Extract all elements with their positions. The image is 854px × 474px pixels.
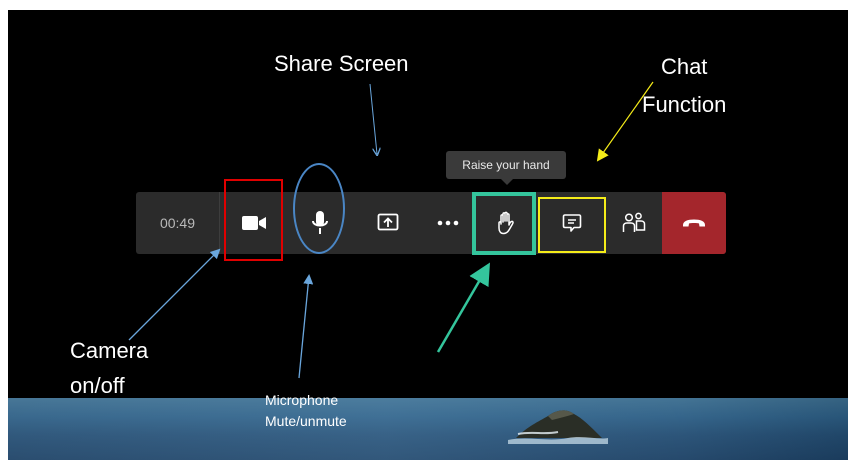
share-screen-annotation: Share Screen bbox=[274, 51, 409, 76]
ellipsis-icon bbox=[437, 220, 459, 226]
video-camera-icon bbox=[242, 216, 266, 230]
phone-hangup-icon bbox=[683, 219, 705, 227]
participants-button[interactable] bbox=[608, 192, 660, 254]
share-screen-button[interactable] bbox=[362, 192, 414, 254]
microphone-arrow bbox=[298, 274, 314, 379]
camera-button[interactable] bbox=[224, 192, 284, 254]
rock-image bbox=[508, 410, 608, 444]
microphone-annotation: Microphone Mute/unmute bbox=[265, 392, 347, 429]
camera-arrow bbox=[128, 248, 221, 341]
raise-hand-button[interactable] bbox=[476, 192, 536, 254]
raise-hand-tooltip: Raise your hand bbox=[446, 151, 566, 179]
tooltip-tail bbox=[500, 178, 514, 185]
more-actions-button[interactable] bbox=[422, 192, 474, 254]
meeting-stage: 00:49 Raise your hand Share Screen Chat … bbox=[8, 10, 848, 460]
microphone-button[interactable] bbox=[294, 192, 346, 254]
sea-light bbox=[8, 398, 848, 460]
raise-hand-arrow bbox=[436, 262, 491, 353]
chat-icon bbox=[562, 214, 582, 232]
sea-background bbox=[8, 398, 848, 460]
call-toolbar: 00:49 bbox=[136, 192, 726, 254]
chat-function-annotation: Chat Function bbox=[642, 54, 727, 117]
share-screen-arrow bbox=[369, 83, 377, 154]
hand-icon bbox=[498, 211, 514, 235]
chat-button[interactable] bbox=[540, 192, 604, 254]
people-icon bbox=[622, 212, 646, 232]
microphone-icon bbox=[312, 211, 328, 234]
share-screen-icon bbox=[377, 213, 399, 231]
hang-up-button[interactable] bbox=[662, 192, 726, 254]
call-timer: 00:49 bbox=[136, 192, 220, 254]
camera-annotation: Camera on/off bbox=[70, 338, 149, 398]
